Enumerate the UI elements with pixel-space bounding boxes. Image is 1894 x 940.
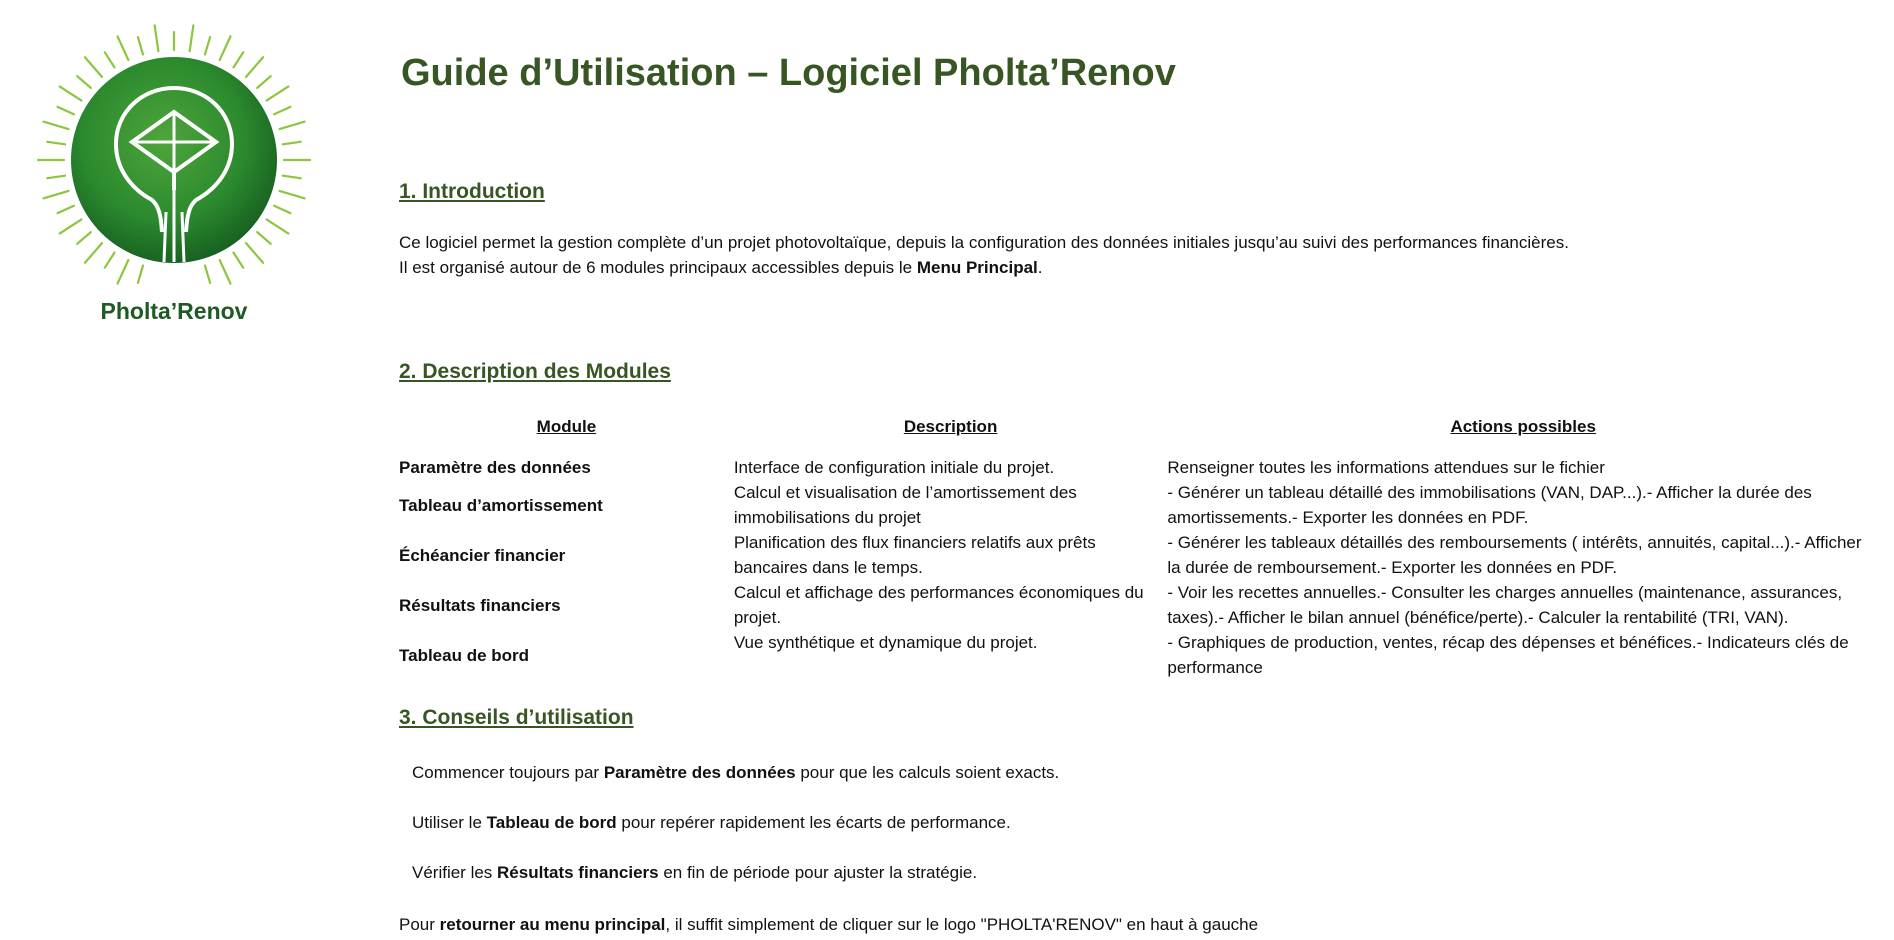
module-name: Paramètre des données bbox=[399, 458, 591, 477]
sun-ray bbox=[42, 189, 70, 200]
tip-item: Commencer toujours par Paramètre des don… bbox=[412, 763, 1060, 782]
module-actions: - Voir les recettes annuelles.- Consulte… bbox=[1167, 583, 1843, 627]
table-row: Résultats financiers Calcul et affichage… bbox=[399, 580, 1879, 630]
sun-ray bbox=[76, 230, 92, 245]
return-menu-note: Pour retourner au menu principal, il suf… bbox=[399, 915, 1259, 934]
sun-ray bbox=[244, 56, 265, 78]
sun-ray bbox=[116, 258, 130, 285]
module-description: Interface de configuration initiale du p… bbox=[733, 458, 1055, 477]
page-title: Guide d’Utilisation – Logiciel Pholta’Re… bbox=[401, 52, 1176, 94]
sun-ray bbox=[278, 189, 306, 200]
tips-list: Commencer toujours par Paramètre des don… bbox=[412, 760, 1059, 910]
sun-ray bbox=[203, 36, 212, 56]
sun-ray bbox=[232, 251, 245, 269]
intro-line-2: Il est organisé autour de 6 modules prin… bbox=[399, 258, 1043, 277]
sun-ray bbox=[281, 140, 302, 146]
sun-ray bbox=[153, 24, 160, 53]
module-name: Tableau de bord bbox=[399, 645, 530, 665]
tip-item: Utiliser le Tableau de bord pour repérer… bbox=[412, 813, 1011, 832]
column-header-actions: Actions possibles bbox=[1450, 417, 1596, 436]
sun-ray bbox=[76, 75, 92, 90]
sun-ray bbox=[46, 174, 67, 180]
module-actions: Renseigner toutes les informations atten… bbox=[1167, 458, 1605, 477]
sun-ray bbox=[46, 140, 67, 146]
sun-ray bbox=[58, 218, 83, 235]
module-name: Tableau d’amortissement bbox=[399, 495, 603, 515]
sun-ray bbox=[58, 85, 83, 102]
sun-ray bbox=[218, 35, 232, 62]
section-heading-tips: 3. Conseils d’utilisation bbox=[399, 706, 634, 729]
sun-ray bbox=[56, 204, 76, 215]
tip-item: Vérifier les Résultats financiers en fin… bbox=[412, 863, 978, 882]
table-row: Échéancier financier Planification des f… bbox=[399, 530, 1879, 580]
section-heading-introduction: 1. Introduction bbox=[399, 180, 545, 203]
sun-ray bbox=[103, 251, 116, 269]
sun-ray bbox=[272, 204, 292, 215]
logo-name: Pholta’Renov bbox=[100, 298, 248, 324]
sun-ray bbox=[203, 264, 212, 284]
sun-ray bbox=[218, 258, 232, 285]
sun-ray bbox=[244, 242, 265, 264]
column-header-module: Module bbox=[536, 417, 597, 436]
module-name: Résultats financiers bbox=[399, 595, 561, 615]
module-actions: - Générer un tableau détaillé des immobi… bbox=[1167, 483, 1812, 527]
sun-ray bbox=[232, 51, 245, 69]
sun-ray bbox=[256, 75, 272, 90]
sun-ray bbox=[116, 35, 130, 62]
sun-ray bbox=[256, 230, 272, 245]
module-description: Vue synthétique et dynamique du projet. bbox=[733, 633, 1038, 652]
logo-home-link[interactable]: Pholta’Renov bbox=[34, 16, 314, 325]
module-description: Planification des flux financiers relati… bbox=[733, 533, 1096, 577]
table-row: Tableau d’amortissement Calcul et visual… bbox=[399, 480, 1879, 530]
sun-ray bbox=[265, 85, 290, 102]
module-actions: - Générer les tableaux détaillés des rem… bbox=[1167, 533, 1862, 577]
module-name: Échéancier financier bbox=[399, 545, 566, 565]
sun-ray bbox=[278, 120, 306, 131]
module-description: Calcul et affichage des performances éco… bbox=[733, 583, 1144, 627]
sun-ray bbox=[272, 105, 292, 116]
module-description: Calcul et visualisation de l’amortisseme… bbox=[733, 483, 1077, 527]
intro-line-1: Ce logiciel permet la gestion complète d… bbox=[399, 233, 1569, 252]
table-row: Paramètre des données Interface de confi… bbox=[399, 455, 1879, 480]
sun-ray bbox=[136, 36, 145, 56]
section-heading-modules: 2. Description des Modules bbox=[399, 360, 671, 383]
sun-ray bbox=[281, 174, 302, 180]
sun-ray bbox=[42, 120, 70, 131]
menu-principal-mention: Menu Principal bbox=[916, 258, 1038, 277]
sun-ray bbox=[56, 105, 76, 116]
sun-ray bbox=[188, 24, 195, 53]
sun-ray bbox=[265, 218, 290, 235]
column-header-description: Description bbox=[903, 417, 998, 436]
sun-ray bbox=[136, 264, 145, 284]
sun-ray bbox=[83, 242, 104, 264]
module-actions: - Graphiques de production, ventes, réca… bbox=[1167, 633, 1849, 677]
sun-ray bbox=[83, 56, 104, 78]
solar-tree-logo-icon bbox=[36, 24, 312, 285]
sun-ray bbox=[103, 51, 116, 69]
modules-table: Module Description Actions possibles Par… bbox=[399, 414, 1879, 680]
introduction-text: Ce logiciel permet la gestion complète d… bbox=[399, 230, 1569, 280]
table-row: Tableau de bord Vue synthétique et dynam… bbox=[399, 630, 1879, 680]
